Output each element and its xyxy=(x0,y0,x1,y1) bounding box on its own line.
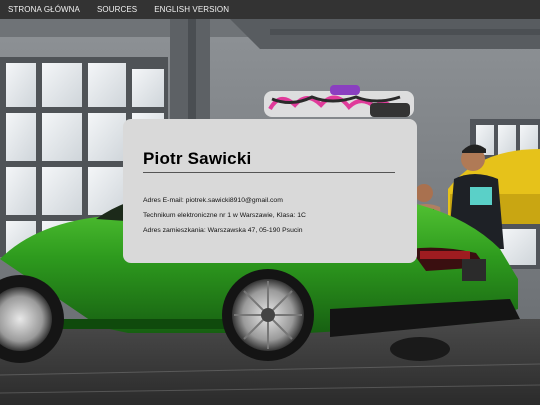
nav-link-sources[interactable]: SOURCES xyxy=(88,0,145,19)
nav-link-home[interactable]: STRONA GŁÓWNA xyxy=(0,0,88,19)
card-divider xyxy=(143,172,395,173)
top-navigation-bar: STRONA GŁÓWNA SOURCES ENGLISH VERSION xyxy=(0,0,540,19)
profile-address: Adres zamieszkania: Warszawska 47, 05-19… xyxy=(143,227,303,234)
profile-email: Adres E-mail: piotrek.sawicki8910@gmail.… xyxy=(143,197,283,204)
profile-school: Technikum elektroniczne nr 1 w Warszawie… xyxy=(143,212,306,219)
page: STRONA GŁÓWNA SOURCES ENGLISH VERSION Pi… xyxy=(0,0,540,405)
profile-name: Piotr Sawicki xyxy=(143,149,252,168)
profile-card: Piotr Sawicki Adres E-mail: piotrek.sawi… xyxy=(123,119,417,263)
nav-link-english-version[interactable]: ENGLISH VERSION xyxy=(146,0,238,19)
